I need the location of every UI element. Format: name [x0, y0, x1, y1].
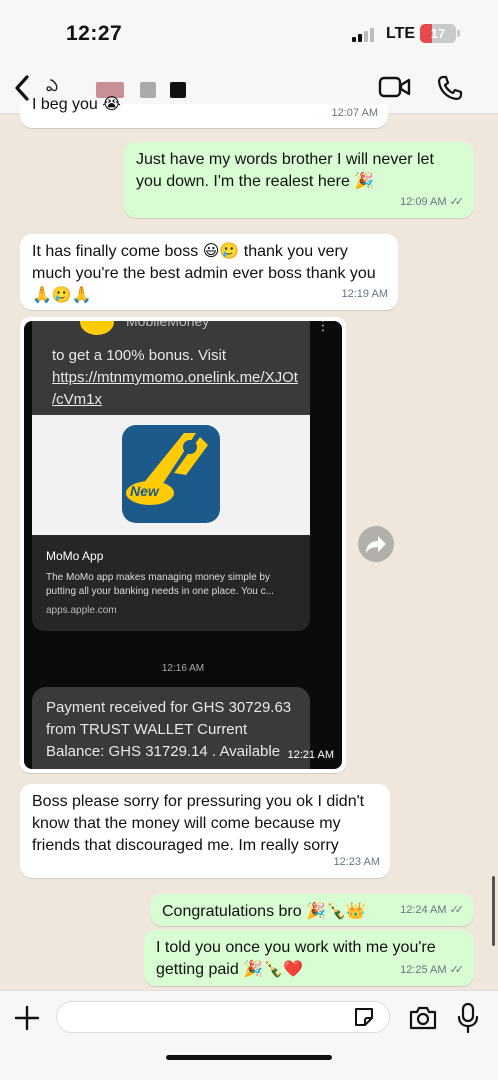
sms-bubble: MobileMoney ⋮ to get a 100% bonus. Visit… — [32, 321, 330, 415]
message-text: Just have my words brother I will never … — [136, 151, 434, 190]
momo-app-header: MobileMoney — [126, 321, 210, 329]
new-badge: New — [130, 483, 159, 499]
message-input[interactable] — [56, 1001, 390, 1033]
home-indicator — [166, 1055, 332, 1060]
compose-bar — [0, 990, 498, 1080]
message-time: 12:09 AM ✓✓ — [400, 191, 464, 213]
network-type: LTE — [386, 25, 416, 42]
phone-call-icon[interactable] — [436, 74, 464, 107]
payment-sms-bubble: Payment received for GHS 30729.63 from T… — [32, 687, 310, 769]
message-incoming[interactable]: Boss please sorry for pressuring you ok … — [20, 784, 390, 878]
scrollbar[interactable] — [492, 876, 495, 946]
forward-icon — [366, 536, 386, 553]
camera-icon[interactable] — [408, 1005, 438, 1036]
message-time: 12:25 AM ✓✓ — [400, 959, 464, 981]
battery-level: 17 — [430, 26, 446, 41]
sms-timestamp: 12:16 AM — [161, 663, 205, 674]
sms-link[interactable]: https://mtnmymomo.onelink.me/XJOt — [52, 367, 298, 389]
message-time: 12:19 AM — [341, 288, 388, 300]
battery-icon: 17 — [420, 24, 456, 43]
message-time: 12:23 AM — [333, 856, 380, 868]
sms-link[interactable]: /cVm1x — [52, 389, 102, 411]
preview-url: apps.apple.com — [46, 605, 117, 616]
read-ticks-icon: ✓✓ — [449, 196, 465, 208]
screenshot-image[interactable]: MobileMoney ⋮ to get a 100% bonus. Visit… — [24, 321, 342, 769]
message-outgoing[interactable]: I told you once you work with me you're … — [144, 930, 474, 986]
video-call-icon[interactable] — [378, 74, 412, 105]
plus-icon[interactable] — [14, 1005, 40, 1036]
redacted-name — [170, 82, 186, 98]
message-time: 12:24 AM ✓✓ — [400, 899, 464, 921]
more-icon: ⋮ — [316, 321, 330, 333]
cellular-signal-icon — [352, 26, 378, 42]
momo-header-icon — [80, 321, 114, 335]
message-outgoing[interactable]: Just have my words brother I will never … — [124, 142, 474, 218]
preview-description: The MoMo app makes managing money simple… — [46, 572, 274, 597]
message-incoming[interactable]: It has finally come boss 😃🥲 thank you ve… — [20, 234, 398, 310]
message-text: Boss please sorry for pressuring you ok … — [32, 793, 365, 854]
message-incoming[interactable]: I beg you 😭 12:07 AM — [20, 96, 388, 128]
message-text: I beg you 😭 — [32, 96, 121, 113]
microphone-icon[interactable] — [456, 1002, 480, 1039]
image-message[interactable]: MobileMoney ⋮ to get a 100% bonus. Visit… — [20, 317, 346, 773]
sticker-icon[interactable] — [352, 1005, 376, 1034]
sms-text: to get a 100% bonus. Visit — [52, 347, 227, 364]
redacted-name — [140, 82, 156, 98]
status-bar: 12:27 LTE 17 — [0, 0, 498, 62]
message-outgoing[interactable]: Congratulations bro 🎉🍾👑 12:24 AM ✓✓ — [150, 894, 474, 926]
momo-logo: New — [122, 425, 220, 523]
status-time: 12:27 — [66, 22, 123, 45]
forward-button[interactable] — [358, 526, 394, 562]
message-time: 12:07 AM — [331, 107, 378, 119]
message-time: 12:21 AM — [287, 749, 334, 761]
read-ticks-icon: ✓✓ — [449, 904, 465, 916]
link-preview-card[interactable]: New MoMo App The MoMo app makes managing… — [32, 415, 310, 631]
read-ticks-icon: ✓✓ — [449, 964, 465, 976]
message-text: It has finally come boss 😃🥲 thank you ve… — [32, 243, 376, 304]
payment-text: Payment received for GHS 30729.63 from T… — [46, 699, 292, 760]
preview-title: MoMo App — [46, 549, 104, 563]
